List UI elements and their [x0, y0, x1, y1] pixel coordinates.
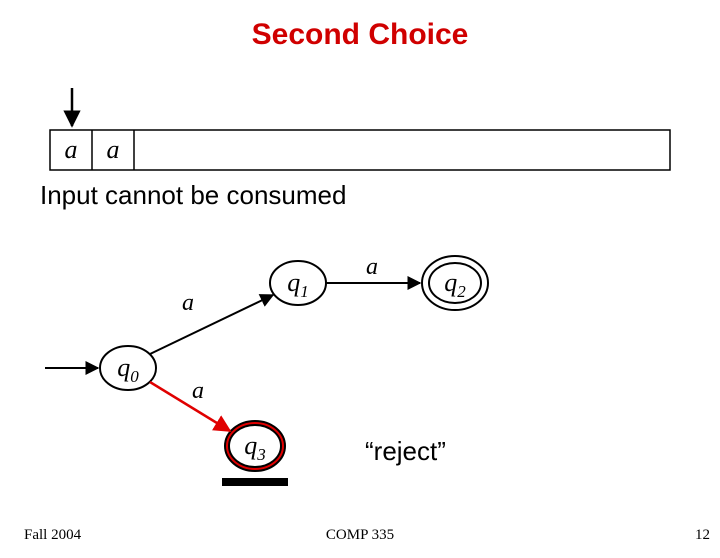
edge-q0-q1-label: a [182, 290, 194, 316]
state-q3: q3 [225, 421, 285, 471]
state-q1: q1 [270, 261, 326, 305]
caption-text: Input cannot be consumed [40, 180, 346, 211]
reject-label: “reject” [365, 436, 446, 467]
tape-cell-0: a [65, 135, 78, 164]
diagram-svg: a a q0 q1 q2 q3 a a [0, 18, 720, 558]
state-q2: q2 [422, 256, 488, 310]
edge-q0-q3 [150, 382, 230, 431]
tape-cell-1: a [107, 135, 120, 164]
footer-center: COMP 335 [326, 527, 394, 544]
input-tape: a a [50, 130, 670, 170]
edge-q1-q2-label: a [366, 254, 378, 280]
footer-left: Fall 2004 [24, 527, 81, 544]
footer-right: 12 [695, 527, 710, 544]
edge-q0-q3-label: a [192, 378, 204, 404]
state-q0: q0 [100, 346, 156, 390]
edge-q0-q1 [150, 295, 273, 354]
